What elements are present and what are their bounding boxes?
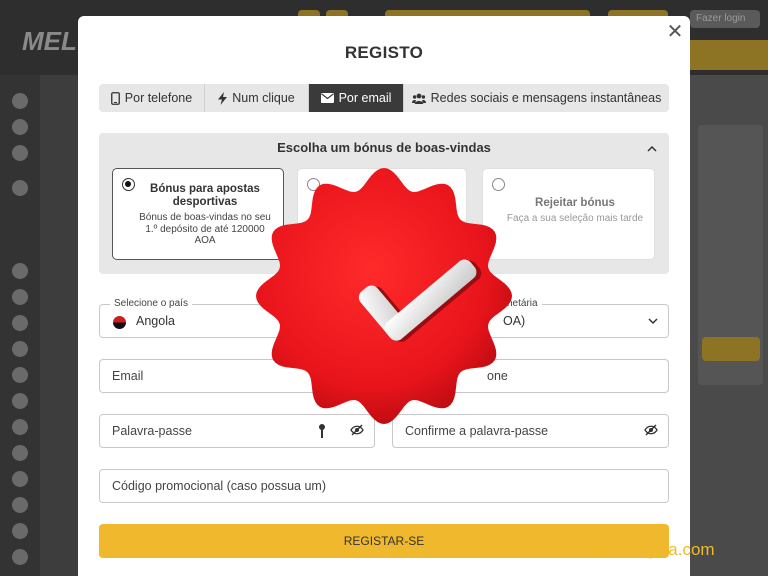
tab-label: Redes sociais e mensagens instantâneas [430,91,662,105]
sidebar-icon [12,180,28,196]
registration-tabs: Por telefone Num clique Por email Redes … [99,84,669,112]
radio-button[interactable] [122,178,135,191]
country-label: Selecione o país [110,298,192,309]
tab-by-email[interactable]: Por email [309,84,404,112]
sidebar-icon [12,119,28,135]
angola-flag-icon [113,316,126,329]
modal-title: REGISTO [344,43,424,62]
sidebar-icon [12,145,28,161]
site-subpanel [40,75,80,576]
chevron-up-icon[interactable] [647,145,657,152]
promo-code-field[interactable]: Código promocional (caso possua um) [99,469,669,503]
sidebar-icon [12,471,28,487]
tab-one-click[interactable]: Num clique [205,84,309,112]
sidebar-icon [12,393,28,409]
watermark-text: melbet-angola.com [570,540,715,559]
sidebar-icon [12,497,28,513]
side-banner [690,40,768,70]
sidebar-icon [12,523,28,539]
site-right-panel [690,75,768,576]
phone-icon [110,91,120,105]
sidebar-icon [12,367,28,383]
sidebar-icon [12,341,28,357]
lightning-icon [218,91,228,105]
site-sidebar [0,75,40,576]
eye-slash-icon[interactable] [644,423,658,437]
promo-code-placeholder: Código promocional (caso possua um) [112,479,326,493]
sidebar-icon [12,289,28,305]
password-placeholder: Palavra-passe [112,424,192,438]
users-icon [411,93,426,104]
close-icon[interactable]: ✕ [664,21,686,43]
tab-by-phone[interactable]: Por telefone [99,84,205,112]
site-logo: MEL [22,26,77,56]
tab-label: Por email [338,91,392,105]
bonus-card-title: Rejeitar bónus [535,197,615,209]
checkmark-seal-icon [256,168,512,424]
header-login-button: Fazer login [690,10,760,28]
sidebar-icon [12,93,28,109]
tab-label: Por telefone [124,91,193,105]
tab-social-networks[interactable]: Redes sociais e mensagens instantâneas [404,84,669,112]
chevron-down-icon [648,318,658,325]
email-placeholder: Email [112,369,144,383]
sidebar-icon [12,315,28,331]
country-value: Angola [136,314,175,328]
sidebar-icon [12,419,28,435]
sidebar-icon [12,263,28,279]
bonus-heading: Escolha um bónus de boas-vindas [277,140,491,155]
envelope-icon [320,93,334,103]
tab-label: Num clique [232,91,295,105]
sidebar-icon [12,549,28,565]
sidebar-icon [12,445,28,461]
bonus-card-description: Faça a sua seleção mais tarde [506,213,644,224]
betslip-button [702,337,760,361]
